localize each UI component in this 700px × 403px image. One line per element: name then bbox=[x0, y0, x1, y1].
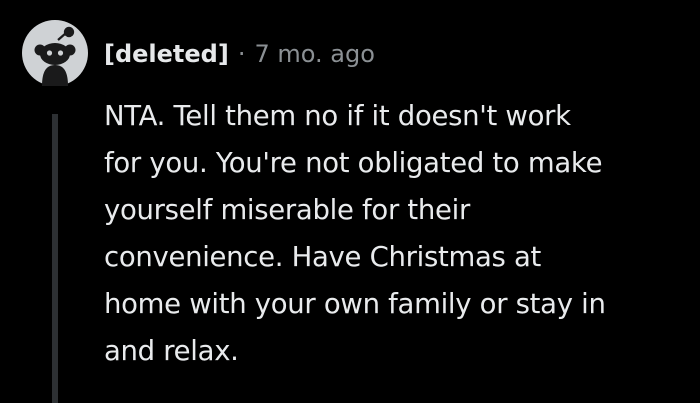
comment-body: NTA. Tell them no if it doesn't work for… bbox=[104, 93, 694, 375]
comment-body-line: for you. You're not obligated to make bbox=[104, 147, 603, 179]
comment-body-line: and relax. bbox=[104, 335, 239, 367]
comment-timestamp[interactable]: 7 mo. ago bbox=[254, 40, 374, 68]
comment-meta: [deleted] · 7 mo. ago bbox=[104, 34, 375, 74]
author-username[interactable]: [deleted] bbox=[104, 40, 229, 68]
meta-separator: · bbox=[237, 40, 246, 68]
thread-collapse-line[interactable] bbox=[52, 114, 58, 403]
comment-body-line: NTA. Tell them no if it doesn't work bbox=[104, 100, 571, 132]
avatar[interactable] bbox=[22, 20, 88, 86]
comment-body-line: yourself miserable for their bbox=[104, 194, 470, 226]
comment-body-line: home with your own family or stay in bbox=[104, 288, 606, 320]
comment: [deleted] · 7 mo. ago NTA. Tell them no … bbox=[0, 0, 700, 403]
reddit-snoo-avatar-icon bbox=[34, 26, 76, 86]
comment-body-line: convenience. Have Christmas at bbox=[104, 241, 542, 273]
